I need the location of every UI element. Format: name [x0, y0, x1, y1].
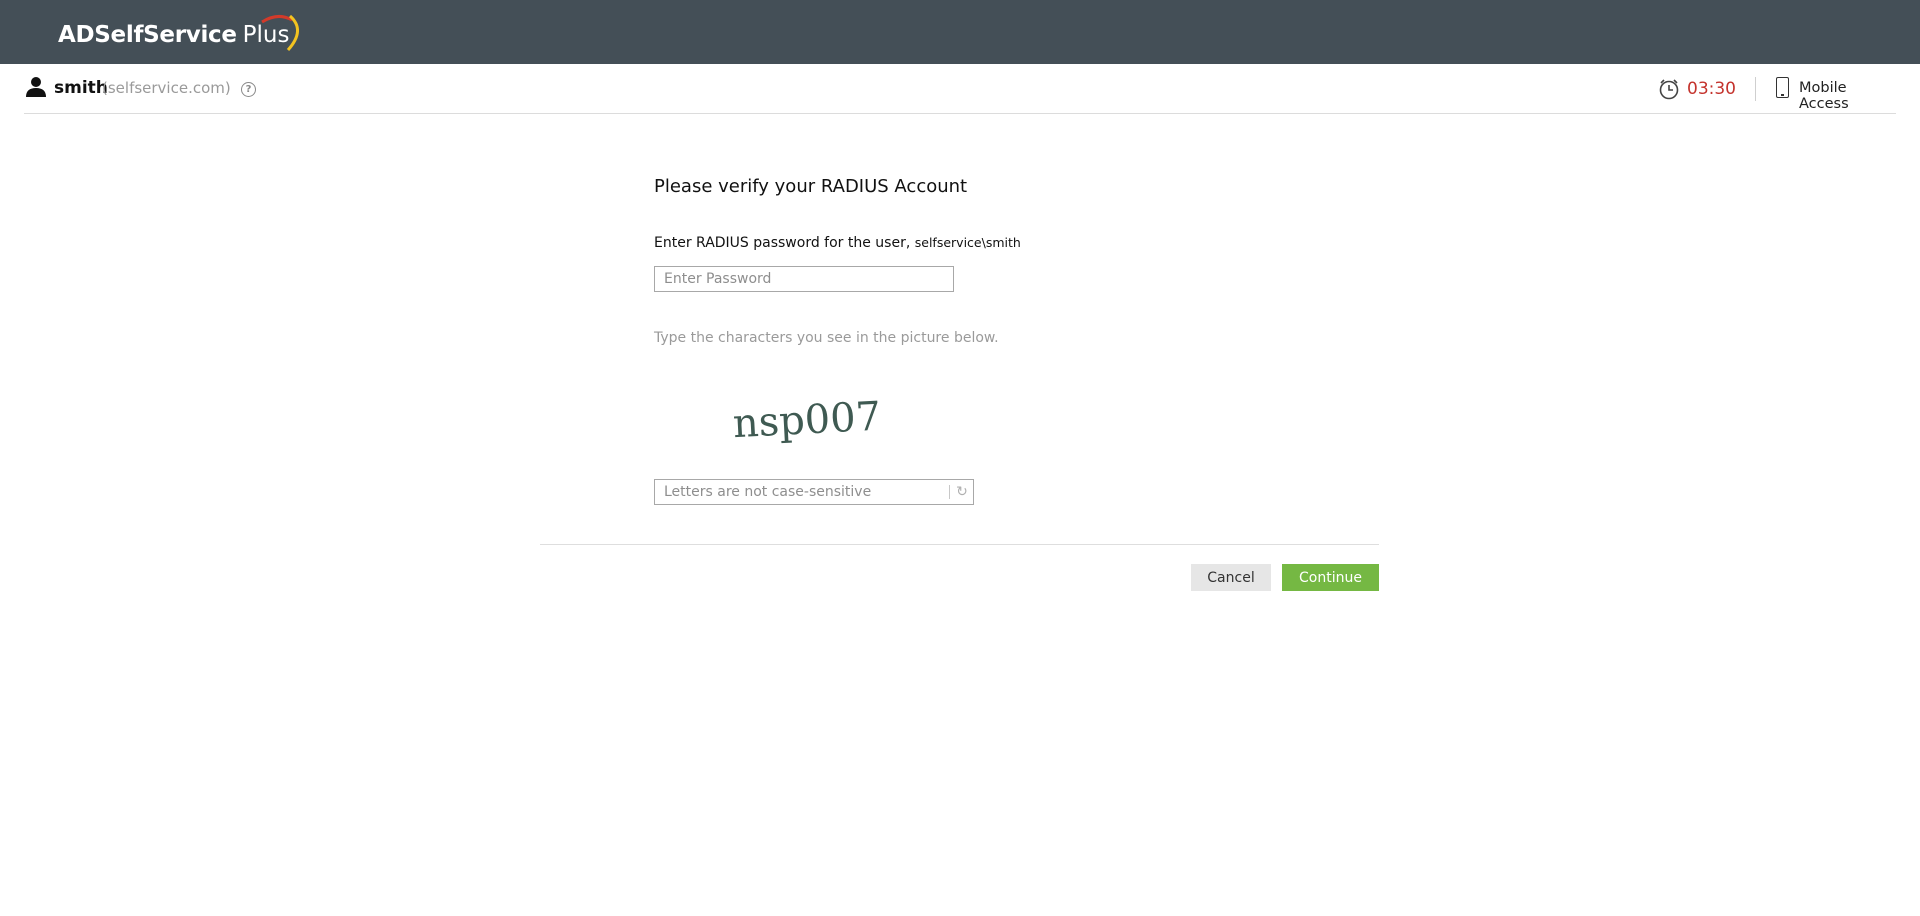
- user-domain: (selfservice.com): [102, 79, 231, 97]
- user-icon: [26, 77, 46, 97]
- captcha-hint: Type the characters you see in the pictu…: [654, 330, 999, 346]
- password-user: selfservice\smith: [914, 235, 1021, 250]
- captcha-text: nsp007: [732, 394, 882, 448]
- captcha-image: nsp007: [732, 394, 882, 448]
- refresh-icon[interactable]: ↻: [954, 484, 970, 500]
- mobile-icon[interactable]: [1776, 77, 1789, 98]
- captcha-field: ↻: [654, 479, 974, 505]
- page-title: Please verify your RADIUS Account: [654, 176, 968, 197]
- password-label-text: Enter RADIUS password for the user,: [654, 235, 911, 251]
- logo-arc-icon: [261, 14, 299, 52]
- cancel-button[interactable]: Cancel: [1191, 564, 1271, 591]
- captcha-input[interactable]: [655, 480, 947, 504]
- form-divider: [540, 544, 1379, 545]
- user-info-bar: smith (selfservice.com) ? 03:30 Mobile A…: [24, 64, 1896, 114]
- username: smith: [54, 78, 108, 98]
- timer-icon: [1659, 79, 1679, 100]
- session-timer: 03:30: [1687, 79, 1736, 99]
- captcha-separator: [949, 485, 950, 499]
- divider: [1755, 77, 1756, 101]
- continue-button[interactable]: Continue: [1282, 564, 1379, 591]
- top-header-bar: ADSelfService Plus: [0, 0, 1920, 64]
- help-icon[interactable]: ?: [241, 82, 256, 97]
- app-logo[interactable]: ADSelfService Plus: [58, 14, 299, 52]
- password-label: Enter RADIUS password for the user, self…: [654, 235, 1021, 251]
- password-input[interactable]: [654, 266, 954, 292]
- logo-main-text: ADSelfService: [58, 22, 237, 48]
- mobile-access-link[interactable]: Mobile Access: [1799, 80, 1896, 112]
